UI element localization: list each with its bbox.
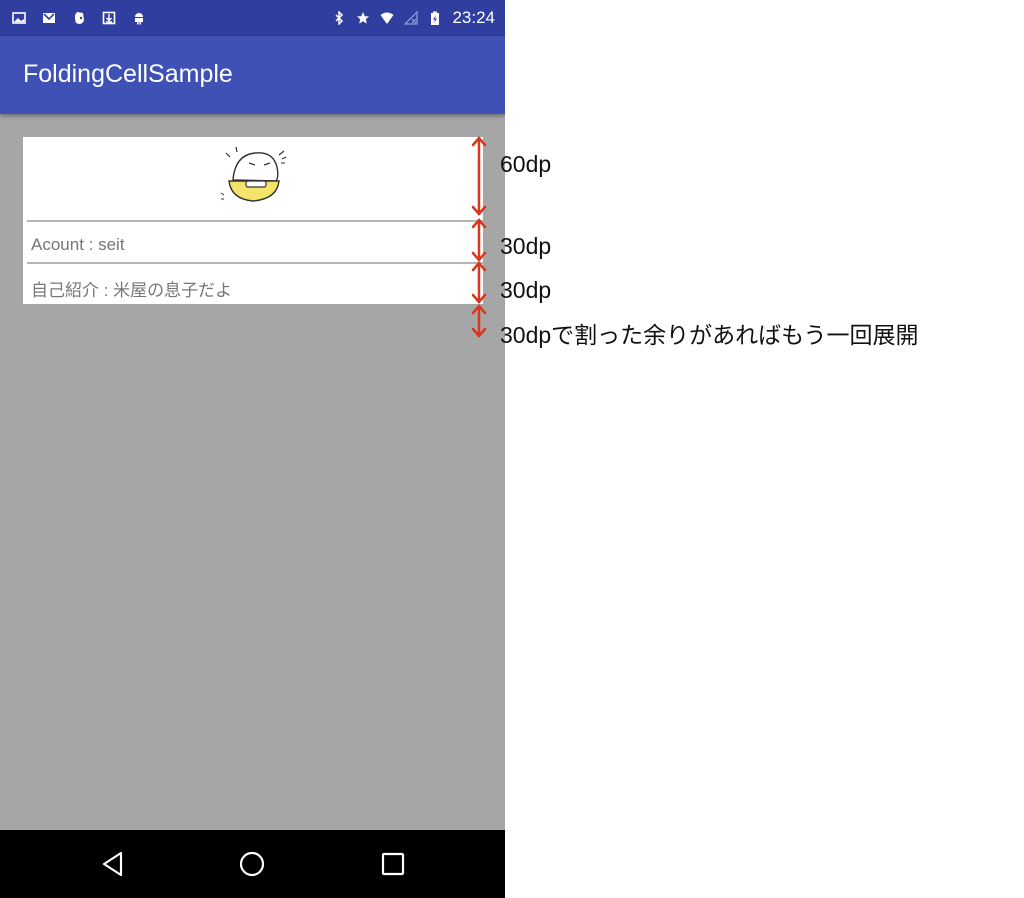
app-title: FoldingCellSample bbox=[23, 60, 233, 88]
annotation-30dp-account: 30dp bbox=[500, 233, 552, 259]
recents-icon[interactable] bbox=[375, 846, 411, 882]
star-icon bbox=[357, 12, 370, 24]
bluetooth-icon bbox=[335, 11, 344, 25]
battery-charging-icon bbox=[431, 11, 440, 25]
back-icon[interactable] bbox=[95, 846, 131, 882]
image-icon bbox=[12, 12, 26, 24]
annotation-30dp-intro: 30dp bbox=[500, 277, 552, 303]
navigation-bar bbox=[0, 830, 505, 898]
arrow-60dp bbox=[471, 136, 487, 216]
card-divider bbox=[27, 262, 483, 264]
wifi-icon bbox=[380, 12, 394, 24]
phone-screen: 23:24 FoldingCellSample Acount : seit 自己… bbox=[0, 0, 505, 898]
arrow-30dp-remainder bbox=[471, 304, 487, 338]
intro-text: 自己紹介 : 米屋の息子だよ bbox=[31, 281, 233, 300]
gmail-icon bbox=[43, 13, 55, 23]
arrow-30dp-2 bbox=[471, 261, 487, 304]
annotation-60dp: 60dp bbox=[500, 151, 552, 177]
dimension-arrows bbox=[471, 136, 487, 338]
card-divider bbox=[27, 220, 483, 222]
arrow-30dp-1 bbox=[471, 218, 487, 262]
home-icon[interactable] bbox=[234, 846, 270, 882]
folding-cell-card[interactable]: Acount : seit 自己紹介 : 米屋の息子だよ bbox=[23, 137, 483, 304]
annotation-remainder: 30dpで割った余りがあればもう一回展開 bbox=[500, 322, 919, 348]
status-time: 23:24 bbox=[452, 8, 495, 27]
android-icon bbox=[135, 13, 143, 25]
no-signal-icon bbox=[404, 11, 419, 25]
evernote-icon bbox=[75, 12, 84, 24]
rice-bowl-character-icon bbox=[220, 146, 287, 202]
app-bar: FoldingCellSample bbox=[0, 36, 505, 114]
account-text: Acount : seit bbox=[31, 235, 125, 254]
download-icon bbox=[102, 11, 116, 25]
status-bar: 23:24 bbox=[0, 0, 505, 36]
